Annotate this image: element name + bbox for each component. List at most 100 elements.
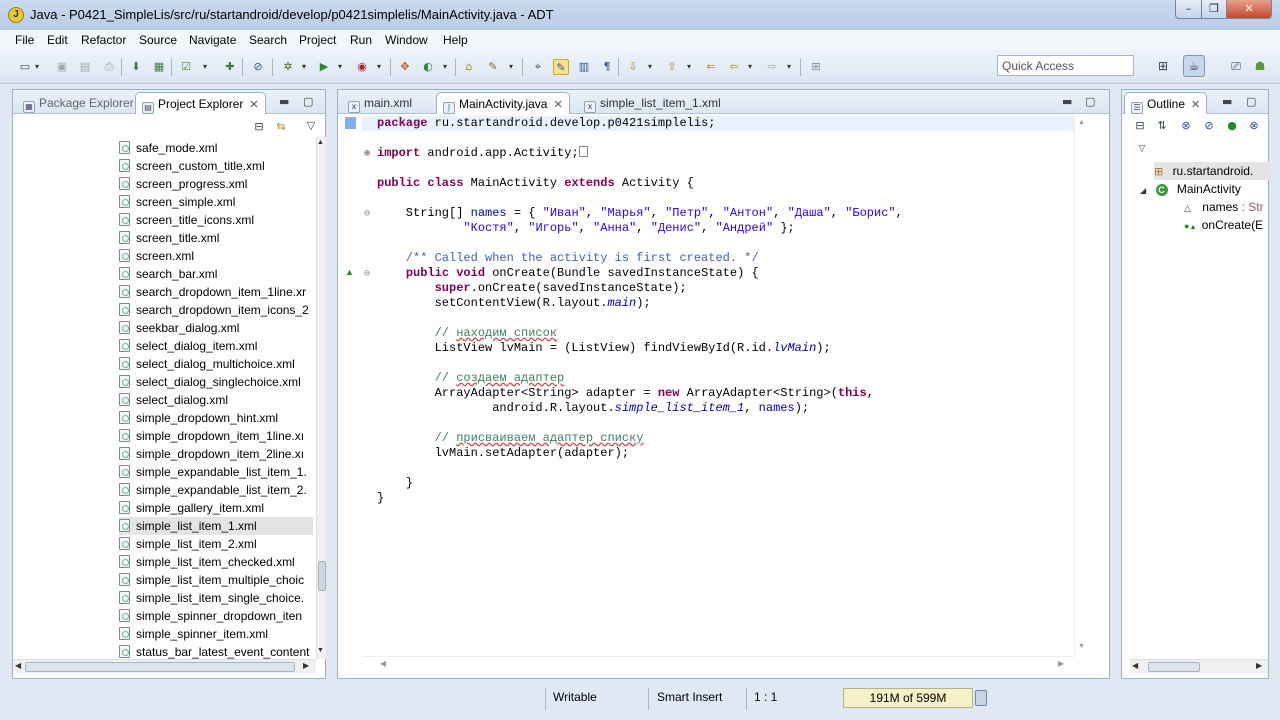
file-tree-item[interactable]: select_dialog_item.xml [119,337,313,355]
minimize-view-icon[interactable]: ▬ [279,96,289,108]
open-type-icon[interactable]: ⌂ [461,59,477,75]
minimize-button[interactable]: – [1175,0,1202,19]
file-tree-item[interactable]: status_bar_latest_event_content [119,643,313,659]
file-tree-item[interactable]: select_dialog.xml [119,391,313,409]
file-tree-item[interactable]: screen_simple.xml [119,193,313,211]
file-tree-item[interactable]: simple_dropdown_item_2line.xı [119,445,313,463]
scroll-thumb[interactable] [25,662,295,672]
scroll-down-icon[interactable]: ▼ [317,647,324,654]
next-annotation-dropdown-icon[interactable]: ▾ [648,62,652,72]
scroll-left-icon[interactable]: ◀ [380,659,386,668]
view-menu-icon[interactable]: ▽ [303,118,319,134]
file-tree-item[interactable]: simple_list_item_1.xml [119,517,313,535]
menu-run[interactable]: Run [350,33,372,47]
lint-dropdown-icon[interactable]: ▾ [203,62,207,72]
scroll-right-icon[interactable]: ▶ [1256,661,1262,670]
debug-dropdown-icon[interactable]: ▾ [302,62,306,72]
tab-project-explorer[interactable]: ▤ Project Explorer ✕ [135,92,266,114]
menu-search[interactable]: Search [249,33,287,47]
new-dropdown-icon[interactable]: ▾ [35,62,39,72]
pin-editor-icon[interactable]: ⊞ [808,59,824,75]
open-perspective-icon[interactable]: ⊞ [1152,55,1174,77]
explorer-horizontal-scrollbar[interactable]: ◀ ▶ [13,659,316,673]
quick-access-input[interactable]: Quick Access [997,55,1134,76]
new-file-icon[interactable]: ▭ [17,59,33,75]
menu-navigate[interactable]: Navigate [189,33,236,47]
avd-manager-icon[interactable]: ▦ [151,59,167,75]
editor-horizontal-scrollbar[interactable]: ◀ ▶ [362,656,1074,670]
file-tree-item[interactable]: simple_expandable_list_item_2. [119,481,313,499]
outline-item-field[interactable]: △ names : Str [1184,198,1264,216]
file-tree-item[interactable]: select_dialog_singlechoice.xml [119,373,313,391]
file-tree-item[interactable]: search_dropdown_item_1line.xr [119,283,313,301]
file-tree-item[interactable]: search_bar.xml [119,265,313,283]
scroll-thumb[interactable] [1148,662,1200,672]
back-icon[interactable]: ⇦ [726,59,742,75]
scroll-thumb[interactable] [318,561,326,591]
skip-breakpoints-icon[interactable]: ⊘ [250,59,266,75]
hide-local-types-icon[interactable]: ⊗ [1246,118,1262,134]
forward-dropdown-icon[interactable]: ▾ [787,62,791,72]
maximize-view-icon[interactable]: ▢ [1246,96,1256,108]
file-tree-item[interactable]: simple_dropdown_hint.xml [119,409,313,427]
file-tree-item[interactable]: simple_list_item_checked.xml [119,553,313,571]
toggle-highlight-icon[interactable]: ✎ [553,59,569,75]
previous-annotation-icon[interactable]: ⇧ [664,59,680,75]
back-dropdown-icon[interactable]: ▾ [748,62,752,72]
scroll-up-icon[interactable]: ▲ [1078,119,1085,126]
expand-arrow-icon[interactable]: ◢ [1140,186,1146,195]
new-android-project-icon[interactable]: ✚ [222,59,238,75]
hide-static-icon[interactable]: ⊘ [1201,118,1217,134]
tab-package-explorer[interactable]: ▦ Package Explorer [17,92,140,114]
outline-item-class[interactable]: ◢ C MainActivity [1140,180,1241,198]
menu-refactor[interactable]: Refactor [81,33,126,47]
file-tree-item[interactable]: simple_spinner_dropdown_iten [119,607,313,625]
run-dropdown-icon[interactable]: ▾ [338,62,342,72]
file-tree-item[interactable]: simple_list_item_multiple_choic [119,571,313,589]
scroll-right-icon[interactable]: ▶ [1058,659,1064,668]
menu-file[interactable]: File [15,33,34,47]
file-tree-item[interactable]: simple_list_item_single_choice. [119,589,313,607]
menu-window[interactable]: Window [385,33,428,47]
close-button[interactable]: ✕ [1226,0,1272,19]
file-tree-item[interactable]: simple_gallery_item.xml [119,499,313,517]
previous-annotation-dropdown-icon[interactable]: ▾ [687,62,691,72]
debug-icon[interactable]: ✲ [280,59,296,75]
forward-icon[interactable]: ⇨ [764,59,780,75]
last-edit-location-icon[interactable]: ⇐ [703,59,719,75]
print-icon[interactable]: ⎙ [101,59,117,75]
collapse-fold-icon[interactable]: ⊖ [364,268,370,280]
show-whitespace-icon[interactable]: ¶ [599,59,615,75]
external-tools-icon[interactable]: ◉ [354,59,370,75]
task-dropdown-icon[interactable]: ▾ [509,62,513,72]
view-menu-icon[interactable]: ▽ [1134,141,1150,157]
outline-horizontal-scrollbar[interactable]: ◀ ▶ [1130,659,1268,673]
file-tree-item[interactable]: safe_mode.xml [119,139,313,157]
scroll-up-icon[interactable]: ▲ [317,139,324,146]
next-annotation-icon[interactable]: ⇩ [625,59,641,75]
scroll-right-icon[interactable]: ▶ [303,661,309,670]
menu-help[interactable]: Help [443,33,468,47]
lint-check-icon[interactable]: ☑ [178,59,194,75]
scroll-down-icon[interactable]: ▼ [1078,643,1085,650]
hide-fields-icon[interactable]: ⊗ [1178,118,1194,134]
editor-vertical-scrollbar[interactable]: ▲ ▼ [1074,115,1088,655]
scroll-left-icon[interactable]: ◀ [1132,661,1138,670]
ddms-perspective-icon[interactable]: ⎚ [1225,55,1247,77]
trash-gc-icon[interactable] [975,690,987,706]
file-tree-item[interactable]: screen_custom_title.xml [119,157,313,175]
minimize-view-icon[interactable]: ▬ [1062,96,1072,108]
heap-status[interactable]: 191M of 599M [843,688,973,708]
close-tab-icon[interactable]: ✕ [1191,98,1200,111]
save-all-icon[interactable]: ▤ [77,59,93,75]
sort-icon[interactable]: ⇅ [1154,118,1170,134]
file-tree-item[interactable]: simple_expandable_list_item_1. [119,463,313,481]
collapse-all-icon[interactable]: ⊟ [251,119,267,135]
new-java-class-icon[interactable]: ◐ [420,59,436,75]
menu-edit[interactable]: Edit [47,33,68,47]
external-tools-dropdown-icon[interactable]: ▾ [377,62,381,72]
android-perspective-icon[interactable]: ☗ [1249,55,1271,77]
close-tab-icon[interactable]: ✕ [249,98,258,111]
file-tree-item[interactable]: screen.xml [119,247,313,265]
file-tree-item[interactable]: simple_spinner_item.xml [119,625,313,643]
